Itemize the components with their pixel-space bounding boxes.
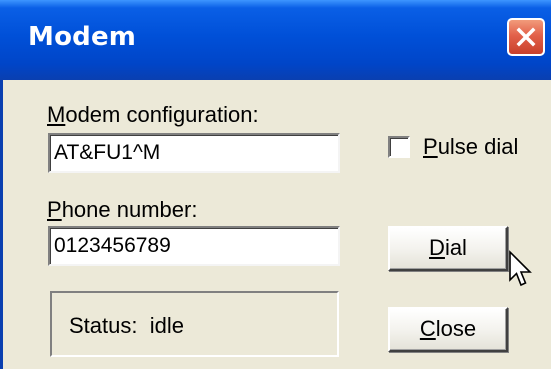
window-title: Modem xyxy=(28,22,137,52)
modem-dialog-window: Modem Modem configuration: AT&FU1^M Puls… xyxy=(0,0,551,369)
close-x-icon xyxy=(516,27,536,47)
modem-configuration-input[interactable]: AT&FU1^M xyxy=(48,133,340,173)
title-bar[interactable]: Modem xyxy=(0,0,551,80)
phone-number-input[interactable]: 0123456789 xyxy=(48,226,340,266)
dial-button[interactable]: Dial xyxy=(388,226,508,271)
mouse-pointer-icon xyxy=(509,250,532,287)
phone-number-label: Phone number: xyxy=(47,197,198,222)
status-panel: Status: idle xyxy=(50,291,339,357)
modem-configuration-label: Modem configuration: xyxy=(47,102,259,127)
close-button[interactable]: Close xyxy=(388,307,508,352)
close-window-button[interactable] xyxy=(507,18,545,56)
status-text: Status: idle xyxy=(69,313,184,338)
pulse-dial-label[interactable]: Pulse dial xyxy=(423,134,518,160)
pulse-dial-checkbox[interactable] xyxy=(388,136,410,158)
dialog-body: Modem configuration: AT&FU1^M Pulse dial… xyxy=(0,80,551,369)
